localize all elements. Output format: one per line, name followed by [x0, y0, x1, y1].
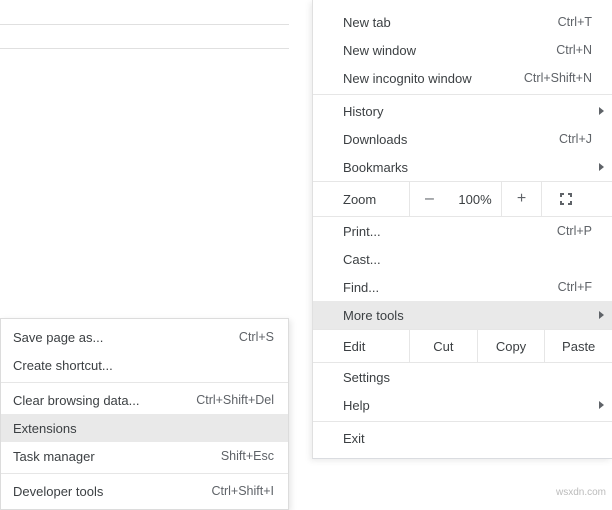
- menu-divider: [1, 473, 288, 474]
- menu-label: Settings: [343, 370, 390, 385]
- task-manager-item[interactable]: Task manager Shift+Esc: [1, 442, 288, 470]
- create-shortcut-item[interactable]: Create shortcut...: [1, 351, 288, 379]
- new-window-item[interactable]: New window Ctrl+N: [313, 36, 612, 64]
- menu-label: Print...: [343, 224, 381, 239]
- menu-shortcut: Ctrl+N: [556, 43, 592, 57]
- menu-label: Downloads: [343, 132, 407, 147]
- menu-shortcut: Ctrl+P: [557, 224, 592, 238]
- menu-shortcut: Ctrl+Shift+I: [211, 484, 274, 498]
- chevron-right-icon: [599, 163, 604, 171]
- cut-button[interactable]: Cut: [409, 330, 477, 362]
- menu-label: Task manager: [13, 449, 95, 464]
- fullscreen-icon: [559, 192, 573, 206]
- menu-label: New window: [343, 43, 416, 58]
- menu-shortcut: Ctrl+Shift+Del: [196, 393, 274, 407]
- menu-shortcut: Ctrl+Shift+N: [524, 71, 592, 85]
- menu-label: Cast...: [343, 252, 381, 267]
- exit-item[interactable]: Exit: [313, 424, 612, 452]
- chevron-right-icon: [599, 107, 604, 115]
- watermark: wsxdn.com: [556, 487, 606, 498]
- zoom-label: Zoom: [313, 192, 409, 207]
- more-tools-item[interactable]: More tools: [313, 301, 612, 329]
- toolbar-divider: [0, 24, 289, 25]
- menu-label: Create shortcut...: [13, 358, 113, 373]
- new-tab-item[interactable]: New tab Ctrl+T: [313, 8, 612, 36]
- menu-divider: [1, 382, 288, 383]
- history-item[interactable]: History: [313, 97, 612, 125]
- bookmarks-item[interactable]: Bookmarks: [313, 153, 612, 181]
- toolbar-divider: [0, 48, 289, 49]
- menu-shortcut: Ctrl+F: [558, 280, 592, 294]
- menu-label: Save page as...: [13, 330, 103, 345]
- help-item[interactable]: Help: [313, 391, 612, 419]
- menu-shortcut: Shift+Esc: [221, 449, 274, 463]
- edit-label: Edit: [313, 339, 409, 354]
- menu-label: Extensions: [13, 421, 77, 436]
- chrome-main-menu: New tab Ctrl+T New window Ctrl+N New inc…: [312, 0, 612, 459]
- menu-label: More tools: [343, 308, 404, 323]
- menu-label: Clear browsing data...: [13, 393, 139, 408]
- copy-button[interactable]: Copy: [477, 330, 545, 362]
- paste-button[interactable]: Paste: [544, 330, 612, 362]
- extensions-item[interactable]: Extensions: [1, 414, 288, 442]
- menu-shortcut: Ctrl+S: [239, 330, 274, 344]
- save-page-item[interactable]: Save page as... Ctrl+S: [1, 323, 288, 351]
- edit-row: Edit Cut Copy Paste: [313, 329, 612, 363]
- menu-label: History: [343, 104, 383, 119]
- settings-item[interactable]: Settings: [313, 363, 612, 391]
- menu-label: Find...: [343, 280, 379, 295]
- menu-label: Bookmarks: [343, 160, 408, 175]
- more-tools-submenu: Save page as... Ctrl+S Create shortcut..…: [0, 318, 289, 510]
- menu-label: Help: [343, 398, 370, 413]
- find-item[interactable]: Find... Ctrl+F: [313, 273, 612, 301]
- chevron-right-icon: [599, 401, 604, 409]
- menu-label: New tab: [343, 15, 391, 30]
- clear-browsing-item[interactable]: Clear browsing data... Ctrl+Shift+Del: [1, 386, 288, 414]
- menu-divider: [313, 421, 612, 422]
- menu-shortcut: Ctrl+T: [558, 15, 592, 29]
- menu-label: Exit: [343, 431, 365, 446]
- zoom-out-button[interactable]: –: [409, 182, 449, 216]
- zoom-in-button[interactable]: +: [501, 182, 541, 216]
- chevron-right-icon: [599, 311, 604, 319]
- cast-item[interactable]: Cast...: [313, 245, 612, 273]
- menu-label: New incognito window: [343, 71, 472, 86]
- zoom-row: Zoom – 100% +: [313, 181, 612, 217]
- print-item[interactable]: Print... Ctrl+P: [313, 217, 612, 245]
- downloads-item[interactable]: Downloads Ctrl+J: [313, 125, 612, 153]
- new-incognito-item[interactable]: New incognito window Ctrl+Shift+N: [313, 64, 612, 92]
- developer-tools-item[interactable]: Developer tools Ctrl+Shift+I: [1, 477, 288, 505]
- menu-label: Developer tools: [13, 484, 103, 499]
- zoom-percent: 100%: [449, 182, 501, 216]
- menu-divider: [313, 94, 612, 95]
- menu-shortcut: Ctrl+J: [559, 132, 592, 146]
- fullscreen-button[interactable]: [541, 182, 589, 216]
